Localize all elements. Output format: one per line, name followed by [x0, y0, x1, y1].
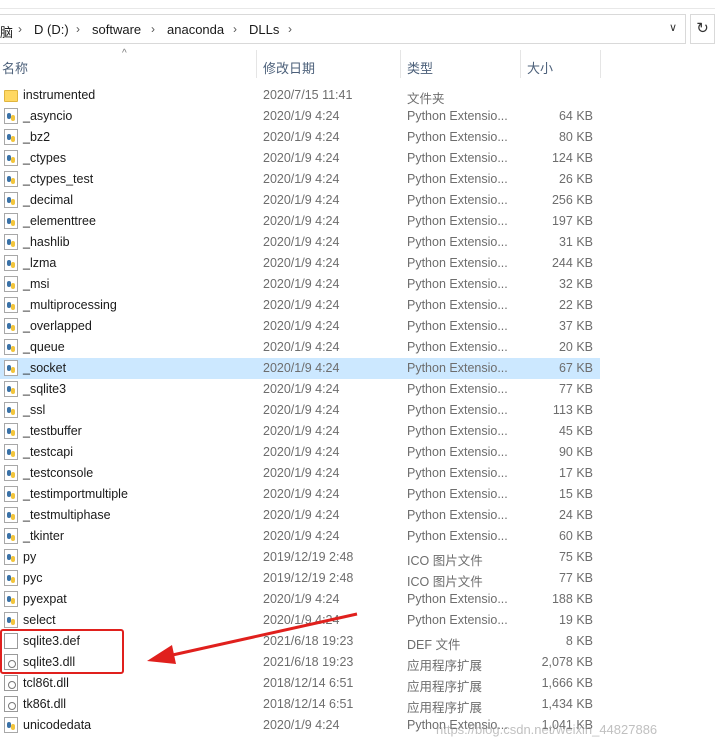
annotation-arrow-icon: [147, 612, 358, 664]
watermark: https://blog.csdn.net/weixin_44827886: [436, 722, 658, 737]
